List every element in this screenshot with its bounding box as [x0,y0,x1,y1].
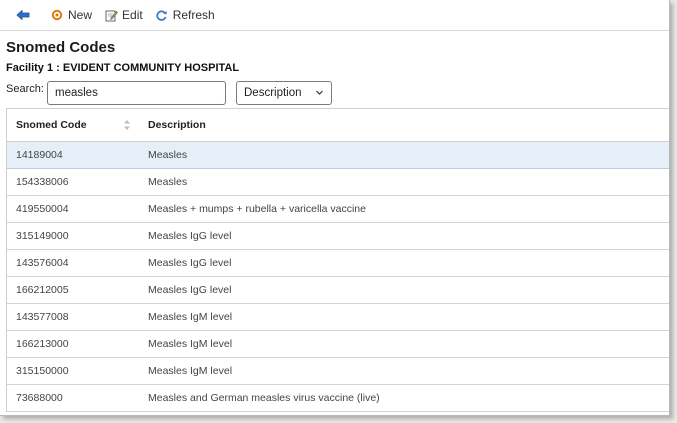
search-field-selected: Description [244,87,302,99]
edit-icon [104,8,118,22]
edit-button[interactable]: Edit [104,8,143,22]
snomed-code-cell: 166212005 [16,284,69,296]
search-label: Search: [6,83,44,95]
snomed-codes-window: New Edit Refresh Snomed Codes Facility 1… [0,0,670,416]
refresh-label: Refresh [172,8,215,22]
table-row[interactable]: 315150000 Measles IgM level [7,358,669,385]
description-cell: Measles [148,149,188,161]
description-cell: Measles IgM level [148,311,233,323]
back-arrow-icon [16,8,30,22]
description-cell: Measles and German measles virus vaccine… [148,392,380,404]
table-row[interactable]: 143576004 Measles IgG level [7,250,669,277]
edit-label: Edit [122,8,143,22]
snomed-codes-table: Snomed Code Description 14189004 Measles 1… [6,108,669,412]
table-row[interactable]: 14189004 Measles [7,142,669,169]
table-header: Snomed Code Description [7,109,669,142]
new-label: New [68,8,93,22]
description-cell: Measles [148,176,188,188]
table-row[interactable]: 143577008 Measles IgM level [7,304,669,331]
back-button[interactable] [16,8,34,22]
table-row[interactable]: 73688000 Measles and German measles virus… [7,385,669,412]
refresh-icon [155,8,169,22]
description-cell: Measles IgG level [148,230,232,242]
snomed-code-cell: 166213000 [16,338,69,350]
snomed-code-cell: 154338006 [16,176,69,188]
table-row[interactable]: 315149000 Measles IgG level [7,223,669,250]
table-row[interactable]: 419550004 Measles + mumps + rubella + var… [7,196,669,223]
new-button[interactable]: New [50,8,92,22]
description-cell: Measles IgM level [148,365,233,377]
description-cell: Measles IgM level [148,338,233,350]
description-cell: Measles IgG level [148,284,232,296]
page-title: Snomed Codes [6,39,116,56]
facility-label: Facility 1 : EVIDENT COMMUNITY HOSPITAL [6,62,240,74]
search-input[interactable] [47,81,226,105]
refresh-button[interactable]: Refresh [155,8,215,22]
column-header-label: Snomed Code [16,119,87,131]
sort-icon[interactable] [123,119,131,134]
table-row[interactable]: 166213000 Measles IgM level [7,331,669,358]
table-row[interactable]: 154338006 Measles [7,169,669,196]
snomed-code-cell: 14189004 [16,149,63,161]
toolbar: New Edit Refresh [0,0,669,31]
snomed-code-cell: 73688000 [16,392,63,404]
table-row[interactable]: 166212005 Measles IgG level [7,277,669,304]
snomed-code-cell: 315150000 [16,365,69,377]
search-field-select[interactable]: Description [236,81,332,105]
snomed-code-cell: 143577008 [16,311,69,323]
column-header-snomed-code[interactable]: Snomed Code [7,109,148,141]
new-icon [50,8,64,22]
snomed-code-cell: 143576004 [16,257,69,269]
snomed-code-cell: 419550004 [16,203,69,215]
description-cell: Measles + mumps + rubella + varicella va… [148,203,366,215]
snomed-code-cell: 315149000 [16,230,69,242]
column-header-description[interactable]: Description [148,119,669,131]
description-cell: Measles IgG level [148,257,232,269]
table-body: 14189004 Measles 154338006 Measles 419550004… [7,142,669,412]
chevron-down-icon [315,88,324,100]
